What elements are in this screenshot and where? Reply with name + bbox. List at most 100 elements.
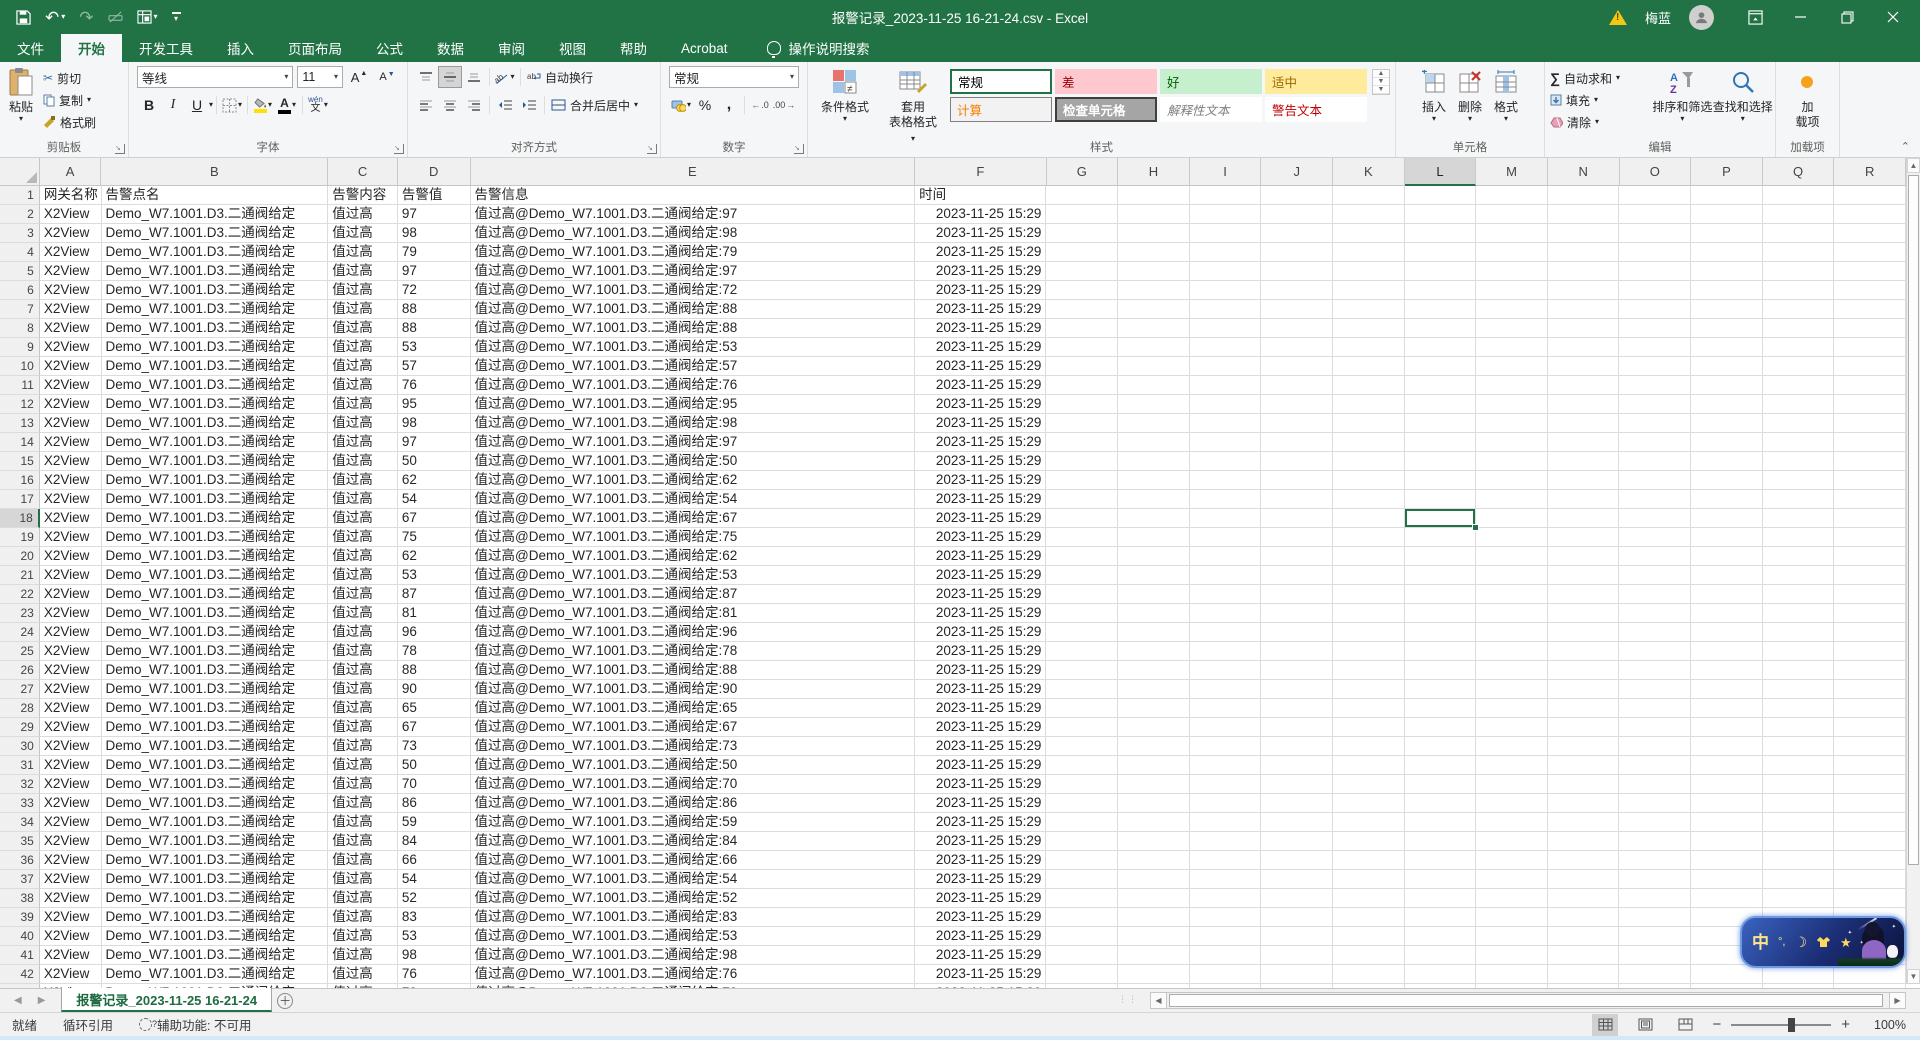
cell-G35[interactable] (1046, 832, 1118, 851)
cell-N13[interactable] (1548, 414, 1620, 433)
cell-P26[interactable] (1691, 661, 1763, 680)
scroll-left-icon[interactable]: ◀ (1150, 992, 1167, 1009)
cell-H2[interactable] (1118, 205, 1190, 224)
cell-E14[interactable]: 值过高@Demo_W7.1001.D3.二通阀给定:97 (471, 433, 916, 452)
cell-L30[interactable] (1405, 737, 1477, 756)
cell-A24[interactable]: X2View (40, 623, 102, 642)
cell-M19[interactable] (1476, 528, 1548, 547)
cell-style-check-cell[interactable]: 检查单元格 (1055, 97, 1157, 122)
insert-cells-button[interactable]: 插入▾ (1416, 65, 1452, 125)
row-number-32[interactable]: 32 (0, 775, 40, 794)
cell-A8[interactable]: X2View (40, 319, 102, 338)
cell-D18[interactable]: 67 (398, 509, 471, 528)
row-number-5[interactable]: 5 (0, 262, 40, 281)
column-header-C[interactable]: C (328, 158, 398, 186)
cell-H5[interactable] (1118, 262, 1190, 281)
cell-A35[interactable]: X2View (40, 832, 102, 851)
restore-button[interactable] (1824, 0, 1870, 34)
column-header-K[interactable]: K (1333, 158, 1405, 186)
cell-N34[interactable] (1548, 813, 1620, 832)
cell-O1[interactable] (1619, 186, 1691, 205)
cell-O16[interactable] (1619, 471, 1691, 490)
cell-Q4[interactable] (1763, 243, 1835, 262)
cell-B6[interactable]: Demo_W7.1001.D3.二通阀给定 (102, 281, 329, 300)
cell-G6[interactable] (1046, 281, 1118, 300)
cell-C9[interactable]: 值过高 (328, 338, 398, 357)
cell-M1[interactable] (1476, 186, 1548, 205)
cell-I15[interactable] (1190, 452, 1262, 471)
cell-G29[interactable] (1046, 718, 1118, 737)
cell-R11[interactable] (1834, 376, 1906, 395)
cell-Q28[interactable] (1763, 699, 1835, 718)
cell-C27[interactable]: 值过高 (328, 680, 398, 699)
cell-E10[interactable]: 值过高@Demo_W7.1001.D3.二通阀给定:57 (471, 357, 916, 376)
underline-caret[interactable]: ▾ (209, 101, 213, 109)
cell-I41[interactable] (1190, 946, 1262, 965)
cell-L19[interactable] (1405, 528, 1477, 547)
cell-G39[interactable] (1046, 908, 1118, 927)
cell-I39[interactable] (1190, 908, 1262, 927)
cell-P25[interactable] (1691, 642, 1763, 661)
cell-G40[interactable] (1046, 927, 1118, 946)
cell-B10[interactable]: Demo_W7.1001.D3.二通阀给定 (102, 357, 329, 376)
cell-C5[interactable]: 值过高 (328, 262, 398, 281)
cell-O41[interactable] (1619, 946, 1691, 965)
cell-L37[interactable] (1405, 870, 1477, 889)
cell-R38[interactable] (1834, 889, 1906, 908)
cell-A25[interactable]: X2View (40, 642, 102, 661)
cell-K33[interactable] (1333, 794, 1405, 813)
cell-J14[interactable] (1261, 433, 1333, 452)
cell-J23[interactable] (1261, 604, 1333, 623)
row-number-18[interactable]: 18 (0, 509, 40, 528)
cell-O33[interactable] (1619, 794, 1691, 813)
cell-M7[interactable] (1476, 300, 1548, 319)
wrap-text-button[interactable]: ab 自动换行 (524, 66, 596, 88)
cell-J20[interactable] (1261, 547, 1333, 566)
cell-F22[interactable]: 2023-11-25 15:29 (915, 585, 1046, 604)
decrease-decimal-button[interactable]: .00→ (772, 94, 796, 116)
row-number-17[interactable]: 17 (0, 490, 40, 509)
tab-help[interactable]: 帮助 (603, 34, 664, 62)
cell-G33[interactable] (1046, 794, 1118, 813)
cell-P13[interactable] (1691, 414, 1763, 433)
cell-G26[interactable] (1046, 661, 1118, 680)
cell-M8[interactable] (1476, 319, 1548, 338)
cell-I27[interactable] (1190, 680, 1262, 699)
cell-B33[interactable]: Demo_W7.1001.D3.二通阀给定 (102, 794, 329, 813)
cell-N30[interactable] (1548, 737, 1620, 756)
cell-K24[interactable] (1333, 623, 1405, 642)
font-color-button[interactable]: A ▾ (275, 94, 299, 116)
cell-C37[interactable]: 值过高 (328, 870, 398, 889)
cell-N7[interactable] (1548, 300, 1620, 319)
cell-H12[interactable] (1118, 395, 1190, 414)
cell-H6[interactable] (1118, 281, 1190, 300)
cell-M31[interactable] (1476, 756, 1548, 775)
cell-G1[interactable] (1046, 186, 1118, 205)
cell-D42[interactable]: 76 (398, 965, 471, 984)
cell-K5[interactable] (1333, 262, 1405, 281)
cell-A16[interactable]: X2View (40, 471, 102, 490)
cell-A40[interactable]: X2View (40, 927, 102, 946)
cell-M21[interactable] (1476, 566, 1548, 585)
cell-B19[interactable]: Demo_W7.1001.D3.二通阀给定 (102, 528, 329, 547)
cell-style-warning[interactable]: 警告文本 (1265, 97, 1367, 122)
cell-A10[interactable]: X2View (40, 357, 102, 376)
cell-D31[interactable]: 50 (398, 756, 471, 775)
cell-R20[interactable] (1834, 547, 1906, 566)
cell-O23[interactable] (1619, 604, 1691, 623)
cell-F19[interactable]: 2023-11-25 15:29 (915, 528, 1046, 547)
cell-L14[interactable] (1405, 433, 1477, 452)
cell-E2[interactable]: 值过高@Demo_W7.1001.D3.二通阀给定:97 (471, 205, 916, 224)
cell-D10[interactable]: 57 (398, 357, 471, 376)
cell-Q15[interactable] (1763, 452, 1835, 471)
row-number-10[interactable]: 10 (0, 357, 40, 376)
cell-Q19[interactable] (1763, 528, 1835, 547)
zoom-out-icon[interactable]: − (1712, 1016, 1721, 1033)
cell-P37[interactable] (1691, 870, 1763, 889)
cell-Q38[interactable] (1763, 889, 1835, 908)
cell-E31[interactable]: 值过高@Demo_W7.1001.D3.二通阀给定:50 (471, 756, 916, 775)
new-sheet-button[interactable]: ＋ (272, 989, 298, 1012)
row-number-39[interactable]: 39 (0, 908, 40, 927)
cell-D27[interactable]: 90 (398, 680, 471, 699)
sort-filter-button[interactable]: AZ 排序和筛选 ▾ (1652, 65, 1712, 125)
